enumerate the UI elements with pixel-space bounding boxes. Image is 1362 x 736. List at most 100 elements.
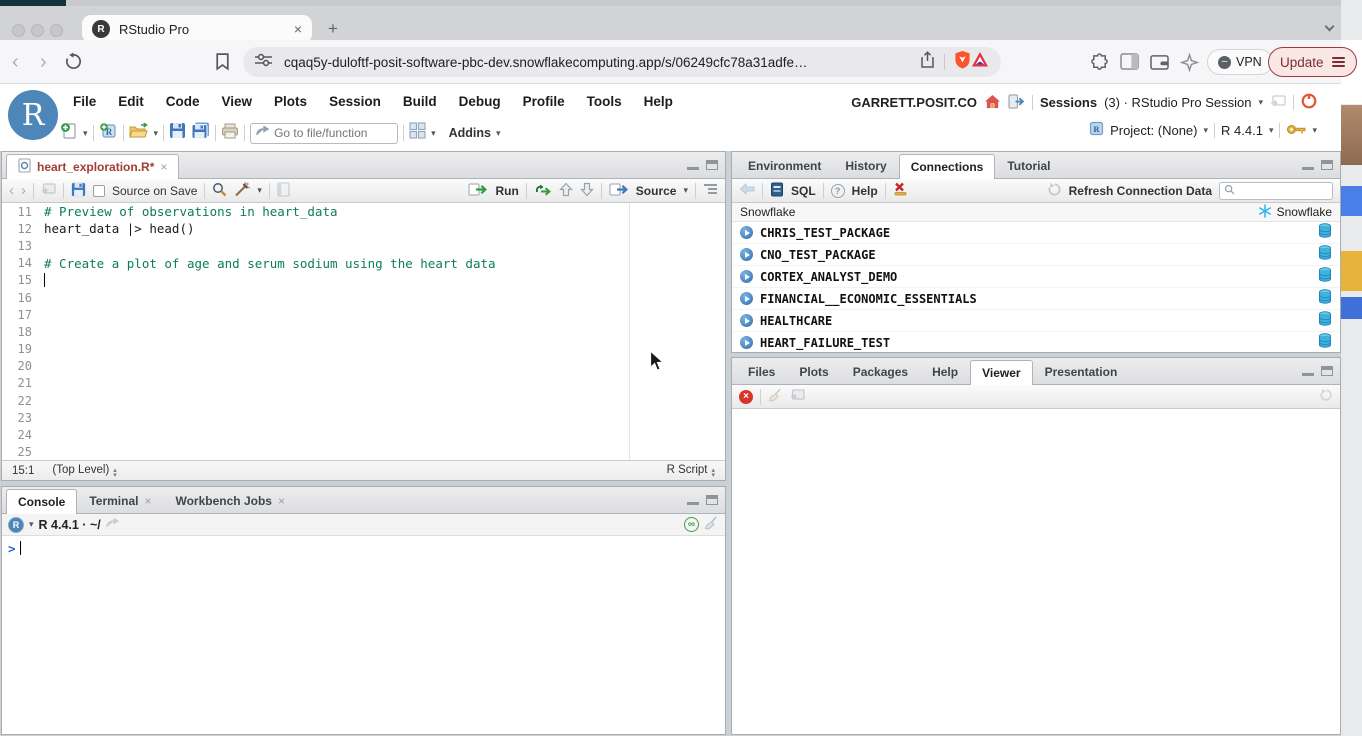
project-selector[interactable]: Project: (None) [1110,123,1197,138]
file-type-selector[interactable]: R Script▴▾ [667,464,715,478]
save-icon[interactable] [71,182,86,200]
sql-button[interactable]: SQL [791,184,816,198]
database-icon[interactable] [1318,223,1332,243]
connection-object-row[interactable]: FINANCIAL__ECONOMIC_ESSENTIALS [732,288,1340,310]
console-caret-icon[interactable]: ▾ [29,519,34,530]
popout-window-icon[interactable] [41,183,56,199]
editor-line-13[interactable]: 13 [2,237,725,254]
editor-line-25[interactable]: 25 [2,444,725,460]
tab-tutorial[interactable]: Tutorial [995,153,1062,178]
connections-search-box[interactable] [1219,182,1333,200]
tab-plots[interactable]: Plots [787,359,840,384]
menu-debug[interactable]: Debug [448,92,512,111]
minimize-pane-icon[interactable] [687,160,699,170]
source-file-tab[interactable]: heart_exploration.R* × [6,154,179,179]
minimize-pane-icon[interactable] [1302,160,1314,170]
tab-files[interactable]: Files [736,359,787,384]
viewer-popout-icon[interactable] [790,389,805,405]
editor-line-20[interactable]: 20 [2,358,725,375]
editor-line-17[interactable]: 17 [2,306,725,323]
addins-caret-icon[interactable]: ▾ [496,128,501,139]
editor-line-18[interactable]: 18 [2,323,725,340]
connection-object-row[interactable]: HEART_FAILURE_TEST [732,332,1340,352]
open-file-caret-icon[interactable]: ▾ [154,128,159,139]
bookmark-icon[interactable] [214,52,231,76]
sidebar-icon[interactable] [1120,53,1139,75]
menu-code[interactable]: Code [155,92,211,111]
menu-edit[interactable]: Edit [107,92,155,111]
source-on-save-checkbox[interactable] [93,185,105,197]
expand-icon[interactable] [740,292,753,305]
editor-line-22[interactable]: 22 [2,392,725,409]
traffic-light-zoom[interactable] [50,24,63,37]
editor-line-12[interactable]: 12heart_data |> head() [2,220,725,237]
new-file-icon[interactable] [60,122,78,145]
tab-workbench-jobs[interactable]: Workbench Jobs× [163,488,296,513]
tab-viewer[interactable]: Viewer [970,360,1032,385]
menu-profile[interactable]: Profile [512,92,576,111]
menu-session[interactable]: Session [318,92,392,111]
go-down-section-icon[interactable] [580,182,594,200]
menu-help[interactable]: Help [633,92,684,111]
database-icon[interactable] [1318,311,1332,331]
sessions-label[interactable]: Sessions [1040,95,1097,110]
menu-plots[interactable]: Plots [263,92,318,111]
sign-out-icon[interactable] [1008,94,1025,112]
url-text[interactable]: cqaq5y-duloftf-posit-software-pbc-dev.sn… [284,55,920,70]
go-up-section-icon[interactable] [559,182,573,200]
document-outline-icon[interactable] [703,183,718,198]
connections-back-icon[interactable] [739,183,755,198]
new-file-caret-icon[interactable]: ▾ [83,128,88,139]
forward-button[interactable]: › [40,51,47,74]
tab-close-icon[interactable]: × [160,160,167,174]
share-icon[interactable] [920,51,935,74]
save-icon[interactable] [169,122,186,144]
refresh-connection-button[interactable]: Refresh Connection Data [1069,184,1212,198]
editor-line-24[interactable]: 24 [2,426,725,443]
console-output[interactable]: > [2,536,725,734]
back-button[interactable]: ‹ [12,51,19,74]
goto-file-function-box[interactable] [250,123,398,144]
viewer-refresh-icon[interactable] [1319,388,1333,405]
tab-help[interactable]: Help [920,359,970,384]
credentials-key-icon[interactable] [1286,123,1306,138]
editor-line-15[interactable]: 15 [2,272,725,289]
run-icon[interactable] [468,183,488,199]
tab-close-icon[interactable]: × [294,21,302,37]
clear-console-icon[interactable] [704,516,719,533]
menu-build[interactable]: Build [392,92,448,111]
run-button[interactable]: Run [495,184,518,198]
refresh-icon[interactable] [1047,182,1062,200]
minimize-pane-icon[interactable] [687,495,699,505]
find-replace-icon[interactable] [212,182,227,200]
leo-ai-icon[interactable] [1180,53,1199,77]
sql-icon[interactable] [770,182,784,200]
extensions-icon[interactable] [1090,53,1109,77]
source-forward-icon[interactable]: › [21,182,26,199]
tab-console[interactable]: Console [6,489,77,514]
r-version-caret-icon[interactable]: ▾ [1269,125,1274,136]
connection-object-row[interactable]: CORTEX_ANALYST_DEMO [732,266,1340,288]
home-icon[interactable] [984,94,1001,112]
database-icon[interactable] [1318,245,1332,265]
quit-session-power-icon[interactable] [1301,93,1317,112]
traffic-light-close[interactable] [12,24,25,37]
brave-rewards-icon[interactable] [971,51,989,73]
reload-button[interactable] [64,52,83,76]
viewer-stop-icon[interactable]: × [739,390,753,404]
credentials-caret-icon[interactable]: ▾ [1312,125,1317,136]
browser-tab-rstudio[interactable]: R RStudio Pro × [82,15,312,43]
maximize-pane-icon[interactable] [1321,160,1333,170]
address-bar[interactable]: cqaq5y-duloftf-posit-software-pbc-dev.sn… [243,47,1001,77]
new-project-icon[interactable]: R [99,122,118,145]
console-popout-icon[interactable] [106,518,120,532]
sessions-caret-icon[interactable]: ▾ [1258,97,1263,108]
browser-menu-icon[interactable] [1332,55,1345,69]
expand-icon[interactable] [740,248,753,261]
tab-history[interactable]: History [833,153,898,178]
source-caret-icon[interactable]: ▾ [683,185,688,196]
sessions-detail[interactable]: (3) · RStudio Pro Session [1104,95,1251,110]
menu-file[interactable]: File [62,92,107,111]
rerun-icon[interactable] [534,183,552,199]
expand-icon[interactable] [740,270,753,283]
